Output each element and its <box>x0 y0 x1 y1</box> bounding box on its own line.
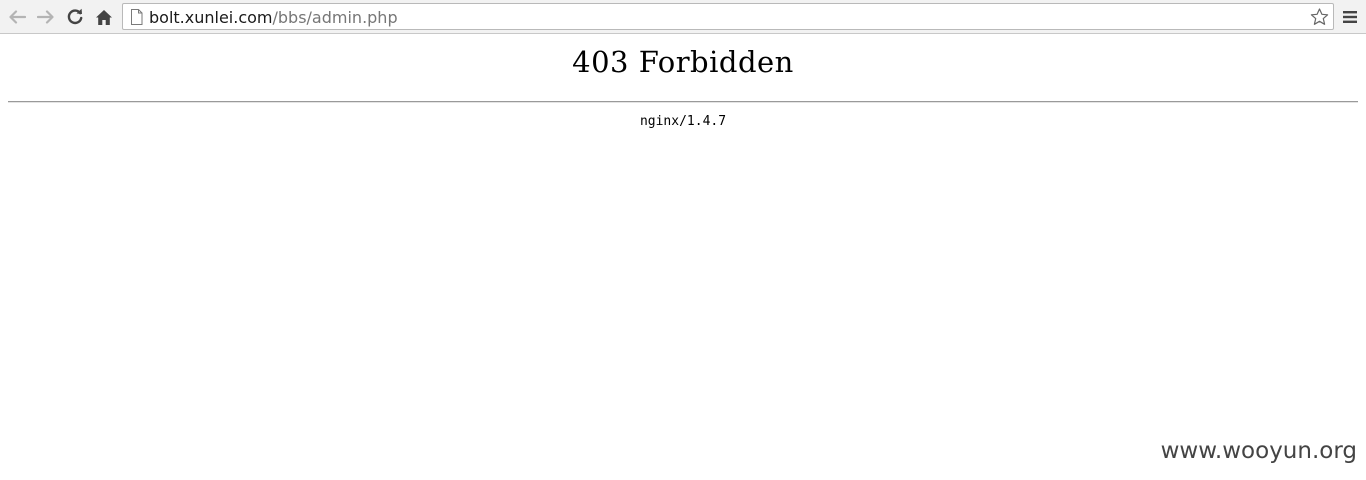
page-icon <box>131 9 143 25</box>
forward-button[interactable] <box>34 5 58 29</box>
browser-toolbar: bolt.xunlei.com/bbs/admin.php <box>0 0 1366 34</box>
home-button[interactable] <box>92 5 116 29</box>
bookmark-button[interactable] <box>1308 6 1330 28</box>
url-text[interactable]: bolt.xunlei.com/bbs/admin.php <box>149 8 398 27</box>
arrow-left-icon <box>9 10 26 24</box>
hamburger-menu-icon <box>1343 11 1357 23</box>
error-heading: 403 Forbidden <box>572 45 794 79</box>
browser-menu-button[interactable] <box>1339 5 1361 29</box>
home-icon <box>96 9 112 25</box>
reload-icon <box>67 8 83 25</box>
arrow-right-icon <box>37 10 54 24</box>
star-icon <box>1310 8 1328 25</box>
back-button[interactable] <box>5 5 29 29</box>
watermark-text: www.wooyun.org <box>1160 438 1357 464</box>
horizontal-divider <box>8 101 1358 103</box>
url-host: bolt.xunlei.com <box>149 8 273 27</box>
url-path: /bbs/admin.php <box>272 8 398 27</box>
server-signature: nginx/1.4.7 <box>639 114 727 129</box>
address-bar[interactable]: bolt.xunlei.com/bbs/admin.php <box>122 3 1334 30</box>
reload-button[interactable] <box>63 5 87 29</box>
